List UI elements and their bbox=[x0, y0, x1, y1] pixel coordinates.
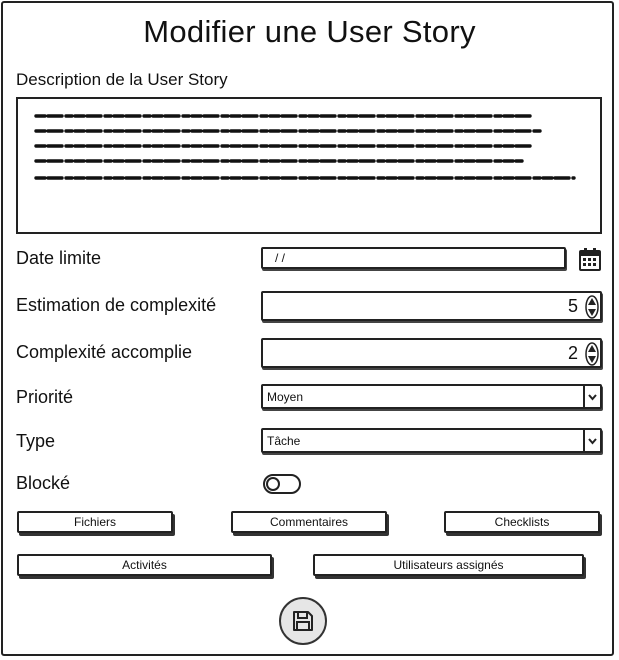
dialog-title: Modifier une User Story bbox=[143, 14, 476, 49]
description-textarea[interactable] bbox=[16, 97, 602, 234]
priority-label: Priorité bbox=[16, 387, 74, 407]
floppy-disk-icon bbox=[293, 611, 313, 631]
description-label: Description de la User Story bbox=[16, 70, 228, 89]
toggle-knob bbox=[266, 477, 280, 491]
type-select[interactable]: Tâche bbox=[261, 428, 602, 453]
complexity-done-stepper[interactable]: 2 bbox=[261, 338, 602, 368]
up-down-arrows-icon[interactable] bbox=[585, 295, 599, 319]
checklists-button[interactable]: Checklists bbox=[444, 511, 600, 533]
chevron-down-icon[interactable] bbox=[583, 386, 600, 407]
complexity-estimate-stepper[interactable]: 5 bbox=[261, 291, 602, 321]
files-button[interactable]: Fichiers bbox=[17, 511, 173, 533]
blocked-label: Blocké bbox=[16, 473, 71, 493]
up-down-arrows-icon[interactable] bbox=[585, 342, 599, 366]
deadline-input[interactable]: / / bbox=[261, 247, 566, 269]
deadline-label: Date limite bbox=[16, 248, 102, 268]
comments-button[interactable]: Commentaires bbox=[231, 511, 387, 533]
assigned-users-button[interactable]: Utilisateurs assignés bbox=[313, 554, 584, 576]
complexity-done-label: Complexité accomplie bbox=[16, 342, 193, 362]
calendar-icon[interactable] bbox=[579, 247, 601, 271]
complexity-done-value: 2 bbox=[567, 343, 578, 363]
priority-value: Moyen bbox=[267, 390, 304, 404]
save-button[interactable] bbox=[279, 597, 327, 645]
blocked-toggle[interactable] bbox=[263, 474, 301, 494]
type-label: Type bbox=[16, 431, 56, 451]
complexity-estimate-label: Estimation de complexité bbox=[16, 295, 217, 315]
description-scribble-text bbox=[34, 114, 576, 180]
activities-button[interactable]: Activités bbox=[17, 554, 272, 576]
chevron-down-icon[interactable] bbox=[583, 430, 600, 451]
type-value: Tâche bbox=[267, 434, 301, 448]
complexity-estimate-value: 5 bbox=[567, 296, 578, 316]
priority-select[interactable]: Moyen bbox=[261, 384, 602, 409]
